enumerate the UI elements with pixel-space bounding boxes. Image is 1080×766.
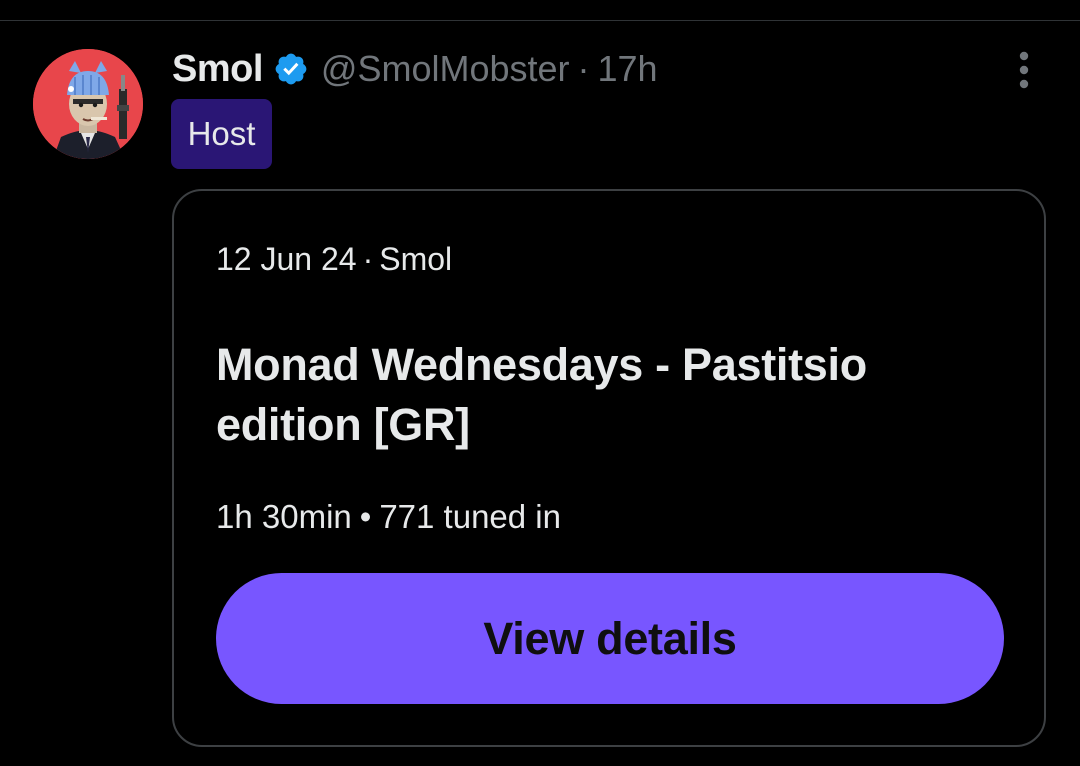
header-separator: ·: [577, 48, 590, 89]
more-vertical-icon: [1019, 51, 1029, 89]
space-stats: 1h 30min • 771 tuned in: [216, 498, 561, 536]
author-handle[interactable]: @SmolMobster: [321, 48, 570, 90]
host-badge: Host: [171, 99, 272, 169]
author-display-name[interactable]: Smol: [172, 48, 263, 91]
avatar[interactable]: [33, 49, 143, 159]
space-meta: 12 Jun 24 · Smol: [216, 241, 452, 278]
view-details-button[interactable]: View details: [216, 573, 1004, 704]
space-stats-separator: •: [359, 498, 372, 535]
more-options-button[interactable]: [1004, 50, 1044, 90]
space-card[interactable]: 12 Jun 24 · Smol Monad Wednesdays - Pastit…: [172, 189, 1046, 747]
space-title: Monad Wednesdays - Pastitsio edition [GR…: [216, 339, 867, 450]
avatar-image: [33, 49, 143, 159]
top-divider: [0, 20, 1080, 21]
space-host-name: Smol: [379, 241, 453, 277]
space-date: 12 Jun 24: [216, 241, 357, 277]
space-duration: 1h 30min: [216, 498, 352, 535]
space-meta-separator: ·: [362, 241, 374, 277]
post-header: Smol @SmolMobster · 17h: [172, 44, 658, 94]
verified-badge-icon: [273, 51, 309, 87]
post-timestamp[interactable]: 17h: [598, 48, 658, 90]
space-tuned-in: 771 tuned in: [379, 498, 561, 535]
